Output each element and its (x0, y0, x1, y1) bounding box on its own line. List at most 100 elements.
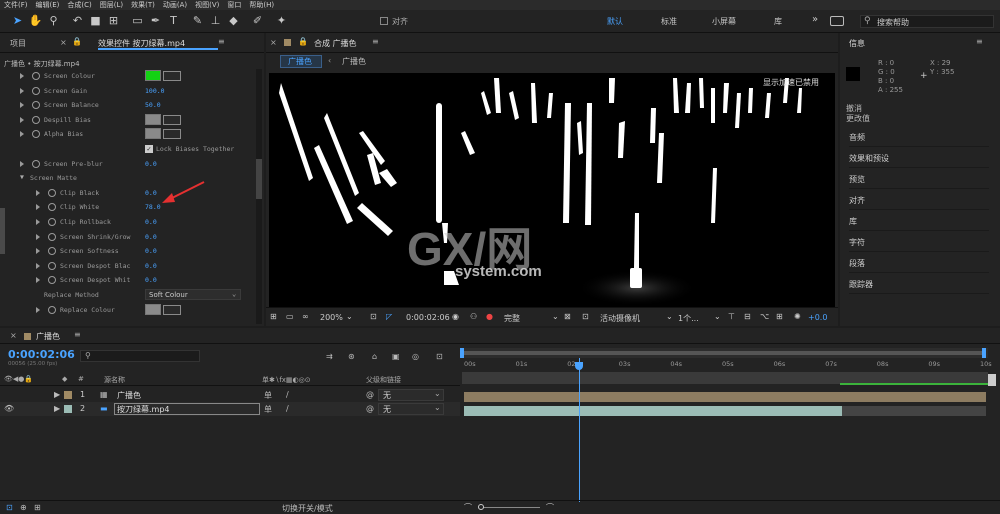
effect-prop-row[interactable]: Clip White 78.0 (0, 200, 262, 214)
pen-tool-icon[interactable]: ✒ (148, 13, 163, 29)
views-select[interactable]: 1个... (678, 313, 699, 324)
effect-prop-row[interactable]: Screen Pre-blur 0.0 (0, 157, 262, 171)
comp-menu-icon[interactable]: ≡ (372, 37, 379, 46)
quality-dropdown-icon[interactable]: ⌄ (552, 312, 559, 321)
left-resize-handle[interactable] (0, 208, 5, 254)
puppet-tool-icon[interactable]: ✦ (274, 13, 289, 29)
menu-item[interactable]: 编辑(E) (36, 0, 60, 10)
replace-method-dropdown[interactable]: Soft Colour ⌄ (145, 289, 241, 300)
toggle-switches-modes[interactable]: 切换开关/模式 (282, 503, 333, 514)
lock-biases-checkbox[interactable]: ✓ (145, 145, 153, 153)
timeline-layer-row[interactable]: ▶ 1 ▦ 广播色 单 ∕ @ 无 ⌄ (0, 388, 460, 402)
clone-stamp-tool-icon[interactable]: ⊥ (208, 13, 223, 29)
layer-name[interactable]: 按刀绿幕.mp4 (117, 404, 170, 415)
expand-triangle-icon[interactable] (36, 248, 40, 255)
source-name-header[interactable]: 源名称 (104, 375, 125, 385)
menu-item[interactable]: 视图(V) (195, 0, 219, 10)
expand-triangle-icon[interactable] (36, 204, 40, 211)
screen-colour-swatch[interactable] (145, 70, 161, 81)
work-area-bar[interactable] (460, 348, 988, 358)
camera-select[interactable]: 活动摄像机 (600, 313, 640, 324)
comp-tab-second[interactable]: 广播色 (342, 56, 366, 67)
pickwhip-icon[interactable]: @ (366, 390, 374, 399)
comp-close-icon[interactable]: × (270, 38, 277, 47)
pickwhip-icon[interactable]: @ (366, 404, 374, 413)
guides-icon[interactable]: ⊡ (582, 312, 589, 321)
camera-dropdown-icon[interactable]: ⌄ (666, 312, 673, 321)
pan-behind-tool-icon[interactable]: ⊞ (106, 13, 121, 29)
transparency-grid-icon[interactable]: ⊠ (564, 312, 571, 321)
workspace-standard[interactable]: 标准 (661, 16, 677, 27)
zoom-value[interactable]: 200% (320, 313, 343, 322)
effect-prop-row[interactable]: Replace Colour (0, 303, 262, 317)
visibility-eye-icon[interactable]: 👁 (4, 404, 14, 413)
menu-item[interactable]: 效果(T) (131, 0, 155, 10)
info-menu-icon[interactable]: ≡ (976, 37, 983, 46)
chevron-left-icon[interactable]: ‹ (328, 56, 331, 65)
eyedropper-icon[interactable] (163, 304, 181, 315)
timeline-menu-icon[interactable]: ≡ (74, 330, 81, 339)
stopwatch-icon[interactable] (48, 276, 56, 285)
stopwatch-icon[interactable] (48, 218, 56, 226)
rotate-tool-icon[interactable]: ↶ (70, 13, 85, 29)
zoom-dropdown-icon[interactable]: ⌄ (346, 312, 353, 321)
stopwatch-icon[interactable] (32, 86, 40, 95)
roto-brush-tool-icon[interactable]: ✐ (250, 13, 265, 29)
expand-triangle-icon[interactable] (20, 160, 24, 167)
zoom-in-icon[interactable]: ⌒ (546, 502, 554, 513)
effect-prop-row[interactable]: Screen Softness 0.0 (0, 244, 262, 258)
timeline-layer-row[interactable]: 👁 ▶ 2 ▬ 按刀绿幕.mp4 单 ∕ @ 无 ⌄ (0, 402, 460, 416)
expand-triangle-icon[interactable] (20, 73, 24, 79)
menu-item[interactable]: 窗口 (227, 0, 241, 10)
quality-switch-icon[interactable]: ∕ (286, 390, 289, 399)
show-snapshot-icon[interactable]: ⚇ (470, 312, 477, 321)
effect-prop-row[interactable]: Clip Black 0.0 (0, 186, 262, 200)
hand-tool-icon[interactable]: ✋ (28, 13, 43, 29)
expand-triangle-icon[interactable] (36, 233, 40, 240)
timeline-timecode[interactable]: 0:00:02:06 (8, 348, 75, 361)
lock-icon[interactable]: 🔒 (72, 37, 82, 46)
stopwatch-icon[interactable] (32, 72, 40, 80)
right-panel-item[interactable]: 字符 (849, 234, 989, 252)
stopwatch-icon[interactable] (48, 203, 56, 212)
sync-icon[interactable] (830, 16, 844, 26)
views-dropdown-icon[interactable]: ⌄ (714, 312, 721, 321)
timeline-search[interactable]: ⚲ (80, 350, 200, 362)
timeline-comp-name[interactable]: 广播色 (36, 331, 60, 342)
flowchart-icon[interactable]: ⌥ (760, 312, 769, 321)
workspace-small-screen[interactable]: 小屏幕 (712, 16, 736, 27)
expand-triangle-icon[interactable] (36, 277, 40, 284)
timeline-zoom-slider[interactable] (480, 507, 540, 508)
comp-timecode[interactable]: 0:00:02:06 (406, 313, 450, 322)
resolution-icon[interactable]: ⊡ (370, 312, 377, 321)
colour-swatch[interactable] (145, 113, 161, 125)
right-panel-item[interactable]: 预览 (849, 171, 989, 189)
effect-prop-value[interactable]: 0.0 (145, 233, 157, 241)
snapshot-icon[interactable]: ◉ (452, 312, 459, 321)
menu-item[interactable]: 动画(A) (163, 0, 187, 10)
brush-tool-icon[interactable]: ✎ (190, 13, 205, 29)
effect-prop-row[interactable]: Replace Method Soft Colour ⌄ (0, 288, 262, 302)
timeline-end-marker[interactable] (988, 374, 996, 386)
layer-expand-icon[interactable]: ▶ (54, 404, 60, 413)
transfer-controls-icon[interactable]: ⊞ (34, 503, 41, 512)
layer-expand-icon[interactable]: ▶ (54, 390, 60, 399)
effect-prop-value[interactable]: 0.0 (145, 189, 157, 197)
layer-color-label[interactable] (64, 391, 72, 399)
stopwatch-icon[interactable] (32, 115, 40, 124)
layer-switches-icon[interactable]: ⊕ (20, 503, 27, 512)
layer-bar-2[interactable] (464, 406, 842, 416)
workspace-library[interactable]: 库 (774, 16, 782, 27)
menu-item[interactable]: 合成(C) (67, 0, 91, 10)
graph-editor-icon[interactable]: ⊡ (436, 352, 443, 361)
stopwatch-icon[interactable] (48, 261, 56, 270)
preview-icon[interactable]: ⊞ (270, 312, 277, 321)
menu-item[interactable]: 图层(L) (100, 0, 123, 10)
right-panel-item[interactable]: 音频 (849, 129, 989, 147)
timeline-icon[interactable]: ⊟ (744, 312, 751, 321)
region-icon[interactable]: ◸ (386, 312, 392, 321)
comp-lock-icon[interactable]: 🔒 (298, 37, 308, 46)
right-panel-item[interactable]: 库 (849, 213, 989, 231)
effect-prop-row[interactable]: Screen Shrink/Grow 0.0 (0, 230, 262, 244)
vr-icon[interactable]: ∞ (302, 312, 309, 321)
